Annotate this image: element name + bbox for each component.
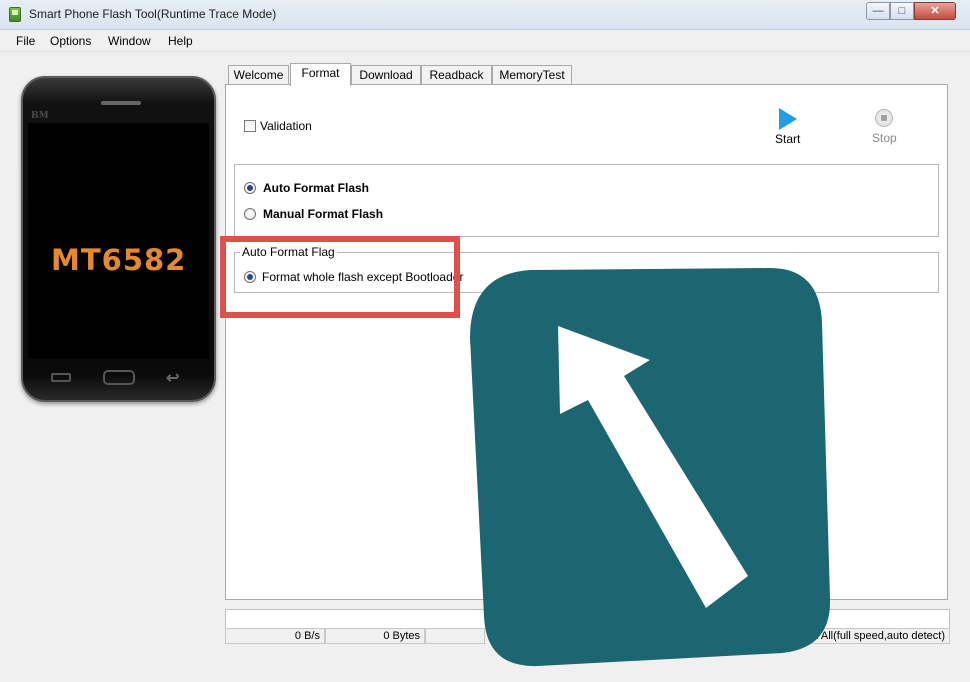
- phone-screen: [28, 123, 209, 359]
- tab-format[interactable]: Format: [290, 63, 351, 86]
- start-button-label[interactable]: Start: [775, 132, 800, 146]
- close-button[interactable]: ✕: [914, 2, 956, 20]
- maximize-button[interactable]: □: [890, 2, 914, 20]
- app-icon: [9, 7, 21, 22]
- phone-illustration: BM MT6582 ↩: [21, 76, 216, 402]
- menu-help[interactable]: Help: [168, 34, 193, 48]
- tab-memorytest[interactable]: MemoryTest: [492, 65, 572, 85]
- phone-menu-key-icon: [51, 373, 71, 382]
- phone-speaker: [101, 101, 141, 105]
- validation-checkbox[interactable]: [244, 120, 256, 132]
- menu-options[interactable]: Options: [50, 34, 91, 48]
- highlight-box: [220, 236, 460, 318]
- phone-brand: BM: [31, 111, 49, 121]
- menu-window[interactable]: Window: [108, 34, 151, 48]
- phone-back-key-icon: ↩: [166, 370, 180, 387]
- tab-welcome[interactable]: Welcome: [228, 65, 289, 85]
- auto-format-radio[interactable]: [244, 182, 256, 194]
- menu-file[interactable]: File: [16, 34, 35, 48]
- tab-download[interactable]: Download: [351, 65, 421, 85]
- auto-format-label: Auto Format Flash: [263, 181, 370, 195]
- arrow-up-left-icon: [470, 268, 830, 667]
- chip-label: MT6582: [51, 243, 187, 277]
- tab-readback[interactable]: Readback: [421, 65, 492, 85]
- menu-bar: File Options Window Help: [0, 30, 970, 52]
- validation-label: Validation: [260, 119, 312, 133]
- stop-button-label[interactable]: Stop: [872, 131, 897, 145]
- manual-format-radio[interactable]: [244, 208, 256, 220]
- play-icon[interactable]: [779, 108, 797, 130]
- format-mode-group: [234, 164, 939, 237]
- title-bar: Smart Phone Flash Tool(Runtime Trace Mod…: [0, 0, 970, 30]
- bytes-status: 0 Bytes: [325, 628, 425, 644]
- manual-format-label: Manual Format Flash: [263, 207, 384, 221]
- stop-icon[interactable]: [875, 109, 893, 127]
- minimize-button[interactable]: —: [866, 2, 890, 20]
- speed-status: 0 B/s: [225, 628, 325, 644]
- phone-home-key-icon: [103, 370, 135, 385]
- window-title: Smart Phone Flash Tool(Runtime Trace Mod…: [29, 7, 277, 21]
